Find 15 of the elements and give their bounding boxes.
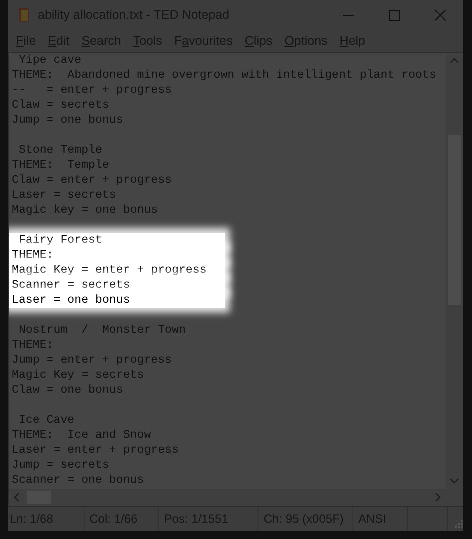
maximize-icon bbox=[388, 10, 400, 20]
text-line: Laser = one bonus bbox=[12, 294, 130, 307]
scrollbar-thumb[interactable] bbox=[27, 491, 51, 504]
scroll-left-icon[interactable] bbox=[14, 493, 20, 502]
text-line: Magic Key = enter + progress bbox=[12, 264, 207, 277]
text-editor[interactable] bbox=[9, 52, 446, 490]
notepad-icon bbox=[18, 7, 30, 23]
text-line: THEME: bbox=[12, 248, 54, 262]
text-line: Scanner = secrets bbox=[12, 278, 130, 292]
resize-grip-icon[interactable] bbox=[454, 518, 463, 528]
text-line: Fairy Forest bbox=[18, 234, 102, 247]
scroll-up-icon[interactable] bbox=[450, 58, 459, 64]
scroll-down-icon[interactable] bbox=[450, 478, 459, 484]
scroll-right-icon[interactable] bbox=[435, 493, 441, 502]
close-icon bbox=[434, 10, 446, 20]
